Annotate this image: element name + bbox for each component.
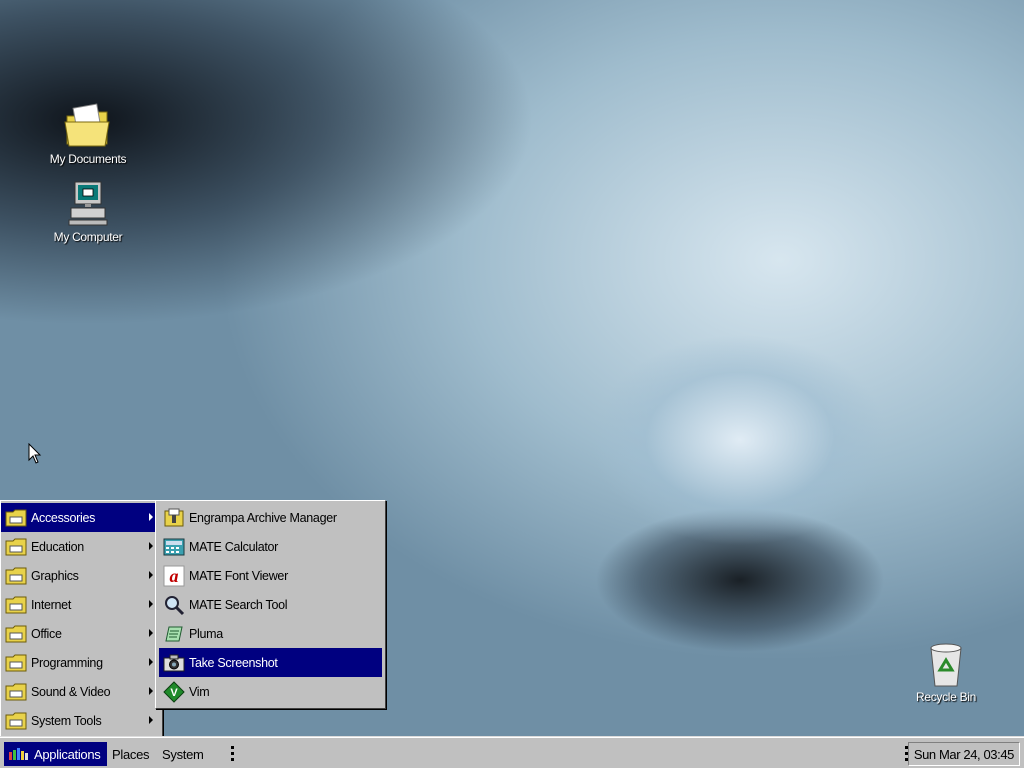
menu-item-label: Sound & Video xyxy=(31,684,111,699)
accessories-submenu: Engrampa Archive Manager MATE Calculator… xyxy=(155,500,386,709)
folder-icon xyxy=(5,652,27,674)
submenu-arrow-icon xyxy=(149,658,153,666)
folder-icon xyxy=(5,710,27,732)
menu-item-label: Programming xyxy=(31,655,103,670)
menu-item-font-viewer[interactable]: a MATE Font Viewer xyxy=(159,561,382,590)
archive-icon xyxy=(163,507,185,529)
menu-item-accessories[interactable]: Accessories xyxy=(1,503,162,532)
taskbar: Applications Places System Sun Mar 24, 0… xyxy=(0,737,1024,768)
clock[interactable]: Sun Mar 24, 03:45 xyxy=(907,742,1020,766)
menu-item-engrampa[interactable]: Engrampa Archive Manager xyxy=(159,503,382,532)
applications-label: Applications xyxy=(34,746,101,762)
menu-item-internet[interactable]: Internet xyxy=(1,590,162,619)
menu-item-vim[interactable]: V Vim xyxy=(159,677,382,706)
panel-drag-handle[interactable] xyxy=(231,746,234,762)
folder-icon xyxy=(5,681,27,703)
folder-icon xyxy=(5,565,27,587)
applications-menu: Accessories Education Graphics Internet … xyxy=(0,500,163,738)
svg-text:a: a xyxy=(170,566,179,586)
places-label: Places xyxy=(112,746,150,762)
menu-item-education[interactable]: Education xyxy=(1,532,162,561)
menu-item-label: MATE Font Viewer xyxy=(189,568,288,583)
menu-item-sound-video[interactable]: Sound & Video xyxy=(1,677,162,706)
system-menu-button[interactable]: System xyxy=(162,742,204,766)
menu-item-calculator[interactable]: MATE Calculator xyxy=(159,532,382,561)
my-computer-icon[interactable]: My Computer xyxy=(38,180,138,244)
menu-item-label: Office xyxy=(31,626,62,641)
my-documents-icon[interactable]: My Documents xyxy=(38,100,138,166)
menu-item-programming[interactable]: Programming xyxy=(1,648,162,677)
menu-item-label: Internet xyxy=(31,597,71,612)
menu-item-label: MATE Calculator xyxy=(189,539,279,554)
submenu-arrow-icon xyxy=(149,629,153,637)
search-icon xyxy=(163,594,185,616)
my-documents-label: My Documents xyxy=(49,152,127,166)
text-editor-icon xyxy=(163,623,185,645)
recycle-bin-label: Recycle Bin xyxy=(915,690,977,704)
svg-text:V: V xyxy=(170,687,178,699)
submenu-arrow-icon xyxy=(149,513,153,521)
clock-text: Sun Mar 24, 03:45 xyxy=(913,746,1015,762)
folder-documents-icon xyxy=(64,103,110,147)
menu-item-system-tools[interactable]: System Tools xyxy=(1,706,162,735)
system-label: System xyxy=(162,746,204,762)
menu-item-label: System Tools xyxy=(31,713,102,728)
folder-icon xyxy=(5,623,27,645)
submenu-arrow-icon xyxy=(149,571,153,579)
menu-item-take-screenshot[interactable]: Take Screenshot xyxy=(159,648,382,677)
menu-item-label: MATE Search Tool xyxy=(189,597,288,612)
font-icon: a xyxy=(163,565,185,587)
menu-item-label: Graphics xyxy=(31,568,79,583)
menu-item-search-tool[interactable]: MATE Search Tool xyxy=(159,590,382,619)
menu-item-label: Vim xyxy=(189,684,210,699)
applications-menu-button[interactable]: Applications xyxy=(4,742,107,766)
menu-item-label: Accessories xyxy=(31,510,96,525)
folder-icon xyxy=(5,507,27,529)
camera-icon xyxy=(163,652,185,674)
recycle-bin-desktop-icon[interactable]: Recycle Bin xyxy=(896,640,996,704)
my-computer-label: My Computer xyxy=(53,230,123,244)
computer-icon xyxy=(68,181,108,226)
menu-item-office[interactable]: Office xyxy=(1,619,162,648)
vim-icon: V xyxy=(163,680,185,703)
calculator-icon xyxy=(163,536,185,558)
menu-item-label: Pluma xyxy=(189,626,223,641)
menu-item-graphics[interactable]: Graphics xyxy=(1,561,162,590)
recycle-bin-icon xyxy=(930,643,962,687)
menu-item-label: Take Screenshot xyxy=(189,655,278,670)
mate-logo-icon xyxy=(9,748,28,760)
folder-icon xyxy=(5,594,27,616)
mouse-cursor-icon xyxy=(28,443,42,464)
folder-icon xyxy=(5,536,27,558)
submenu-arrow-icon xyxy=(149,716,153,724)
menu-item-label: Engrampa Archive Manager xyxy=(189,510,337,525)
places-menu-button[interactable]: Places xyxy=(112,742,150,766)
submenu-arrow-icon xyxy=(149,542,153,550)
menu-item-label: Education xyxy=(31,539,84,554)
submenu-arrow-icon xyxy=(149,600,153,608)
menu-item-pluma[interactable]: Pluma xyxy=(159,619,382,648)
submenu-arrow-icon xyxy=(149,687,153,695)
